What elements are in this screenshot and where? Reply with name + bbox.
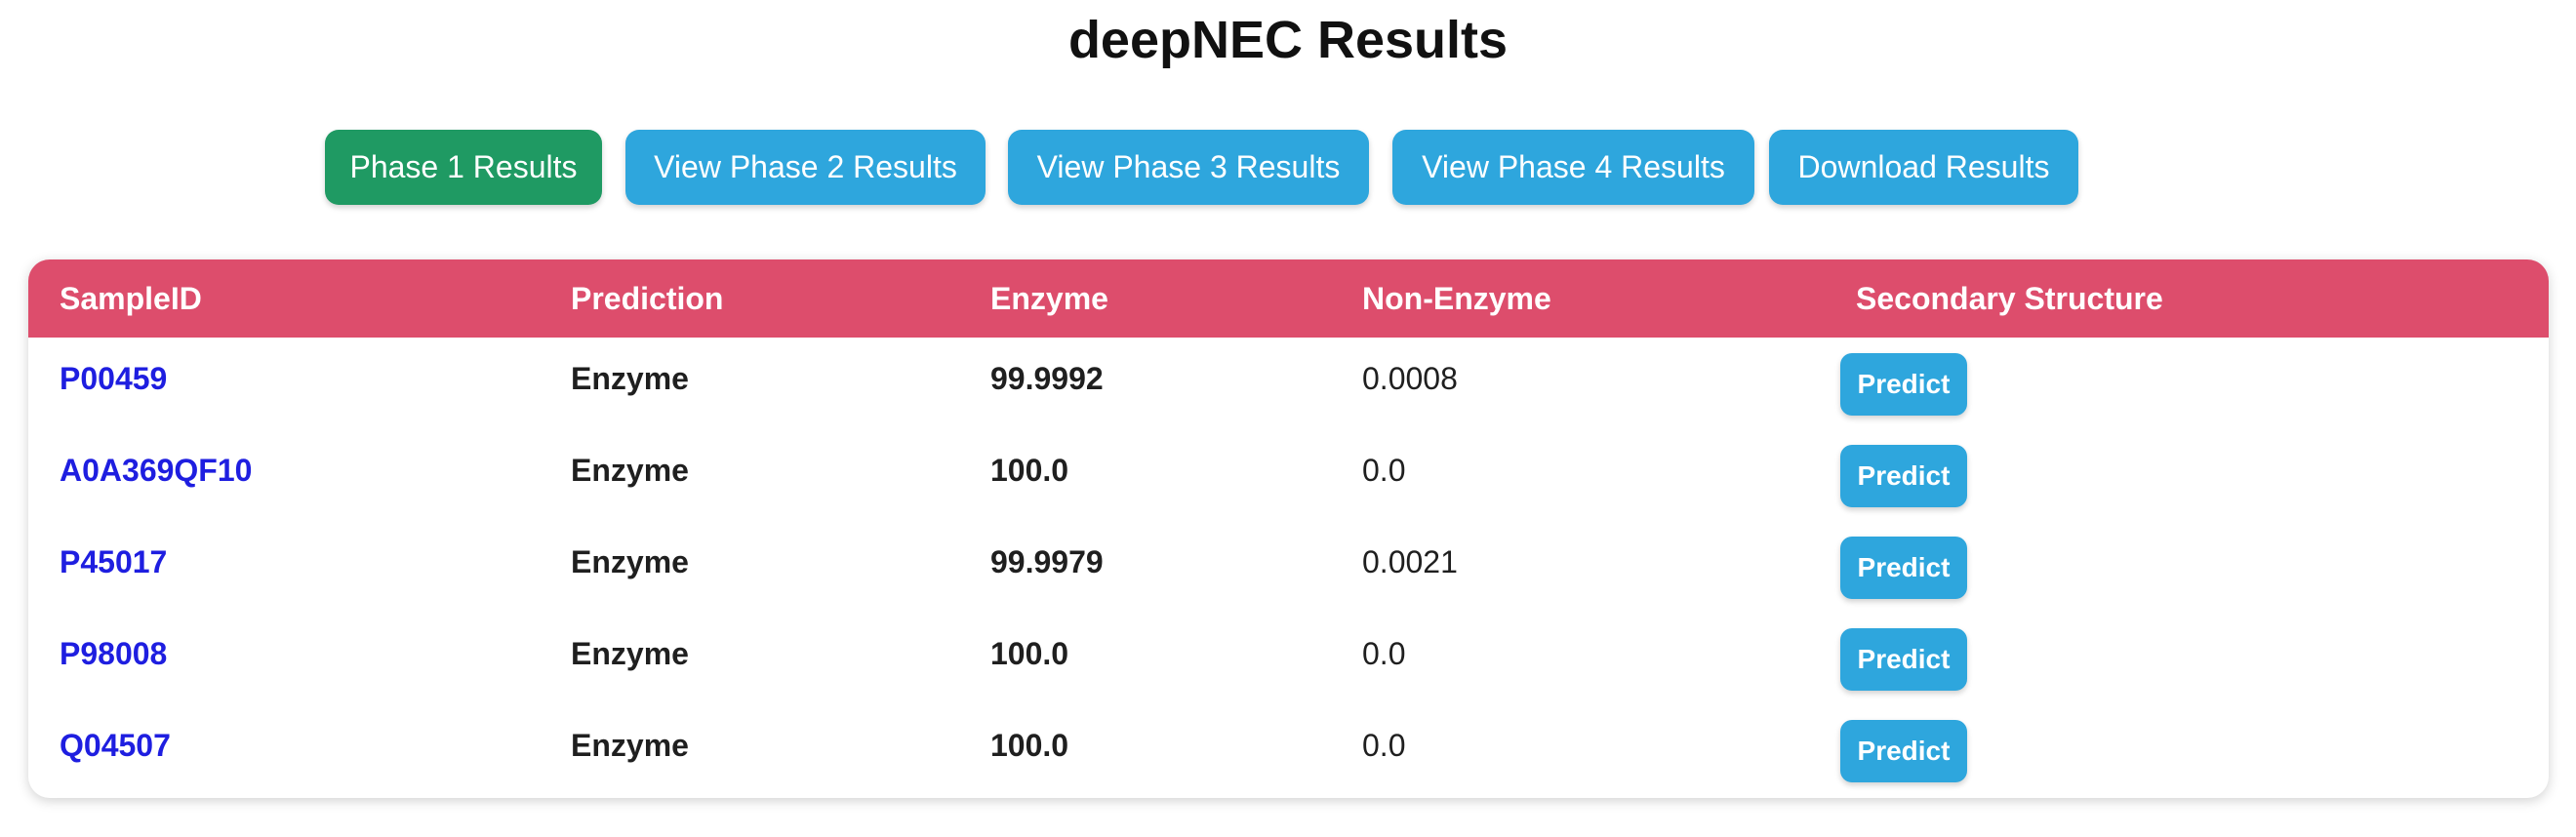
enzyme-score-cell: 99.9979 <box>990 544 1104 579</box>
sample-id-link[interactable]: P98008 <box>60 634 167 673</box>
view-phase-3-results-button[interactable]: View Phase 3 Results <box>1008 130 1369 205</box>
non-enzyme-score-cell: 0.0 <box>1362 636 1406 671</box>
predict-button[interactable]: Predict <box>1840 445 1967 507</box>
sample-id-link[interactable]: A0A369QF10 <box>60 451 252 490</box>
table-header: SampleID Prediction Enzyme Non-Enzyme Se… <box>28 259 2549 338</box>
download-results-button[interactable]: Download Results <box>1769 130 2078 205</box>
enzyme-score-cell: 100.0 <box>990 453 1069 488</box>
enzyme-score-cell: 100.0 <box>990 636 1069 671</box>
table-row: Q04507 Enzyme 100.0 0.0 Predict <box>28 704 2549 796</box>
page-title: deepNEC Results <box>1067 11 1509 69</box>
non-enzyme-score-cell: 0.0 <box>1362 728 1406 763</box>
view-phase-4-results-button[interactable]: View Phase 4 Results <box>1392 130 1754 205</box>
prediction-cell: Enzyme <box>571 636 689 671</box>
table-row: P45017 Enzyme 99.9979 0.0021 Predict <box>28 521 2549 613</box>
column-header-sampleid: SampleID <box>60 281 202 316</box>
non-enzyme-score-cell: 0.0008 <box>1362 361 1458 396</box>
column-header-enzyme: Enzyme <box>990 281 1108 316</box>
sample-id-link[interactable]: Q04507 <box>60 726 171 765</box>
table-row: P00459 Enzyme 99.9992 0.0008 Predict <box>28 338 2549 429</box>
sample-id-link[interactable]: P00459 <box>60 359 167 398</box>
prediction-cell: Enzyme <box>571 544 689 579</box>
column-header-prediction: Prediction <box>571 281 724 316</box>
column-header-secondary-structure: Secondary Structure <box>1856 281 2163 316</box>
non-enzyme-score-cell: 0.0 <box>1362 453 1406 488</box>
table-row: A0A369QF10 Enzyme 100.0 0.0 Predict <box>28 429 2549 521</box>
non-enzyme-score-cell: 0.0021 <box>1362 544 1458 579</box>
predict-button[interactable]: Predict <box>1840 628 1967 691</box>
column-header-non-enzyme: Non-Enzyme <box>1362 281 1551 316</box>
view-phase-2-results-button[interactable]: View Phase 2 Results <box>625 130 986 205</box>
table-row: P98008 Enzyme 100.0 0.0 Predict <box>28 613 2549 704</box>
predict-button[interactable]: Predict <box>1840 537 1967 599</box>
enzyme-score-cell: 100.0 <box>990 728 1069 763</box>
predict-button[interactable]: Predict <box>1840 353 1967 416</box>
predict-button[interactable]: Predict <box>1840 720 1967 782</box>
results-page: deepNEC Results Phase 1 Results View Pha… <box>0 0 2576 837</box>
phase-1-results-button[interactable]: Phase 1 Results <box>325 130 602 205</box>
results-toolbar: Phase 1 Results View Phase 2 Results Vie… <box>0 130 2576 205</box>
results-table: SampleID Prediction Enzyme Non-Enzyme Se… <box>28 259 2549 798</box>
prediction-cell: Enzyme <box>571 728 689 763</box>
sample-id-link[interactable]: P45017 <box>60 542 167 581</box>
prediction-cell: Enzyme <box>571 453 689 488</box>
enzyme-score-cell: 99.9992 <box>990 361 1104 396</box>
prediction-cell: Enzyme <box>571 361 689 396</box>
